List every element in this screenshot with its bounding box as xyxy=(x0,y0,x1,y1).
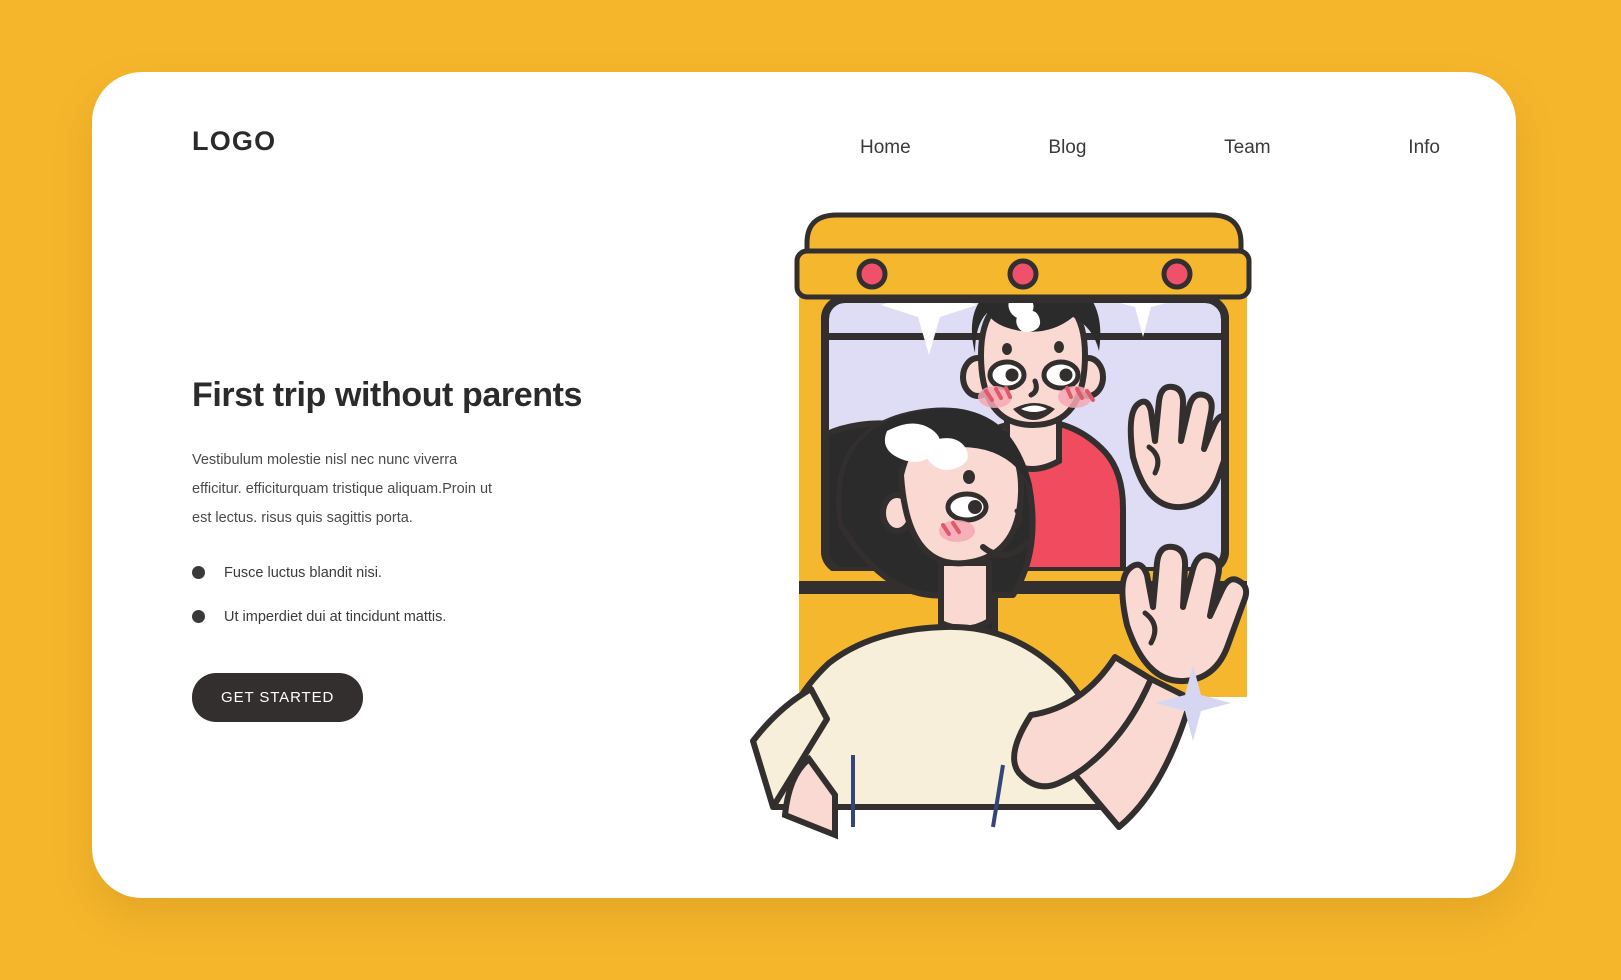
nav-item-home[interactable]: Home xyxy=(860,137,911,159)
boy-brow-dot xyxy=(1002,343,1012,355)
bullet-dot-icon xyxy=(192,566,205,580)
roof-light-icon xyxy=(856,258,888,290)
hero-section: First trip without parents Vestibulum mo… xyxy=(192,375,612,722)
list-item: Ut imperdiet dui at tincidunt mattis. xyxy=(192,609,612,625)
girl-brow-dot xyxy=(963,470,975,484)
page-root: LOGO Home Blog Team Info First trip with… xyxy=(0,0,1621,980)
list-item: Fusce luctus blandit nisi. xyxy=(192,565,612,581)
boy-brow-dot xyxy=(1054,341,1064,353)
girl-pupil xyxy=(968,500,982,514)
list-item-label: Ut imperdiet dui at tincidunt mattis. xyxy=(224,608,447,625)
logo[interactable]: LOGO xyxy=(192,126,276,157)
nav-item-blog[interactable]: Blog xyxy=(1048,137,1086,159)
page-title: First trip without parents xyxy=(192,376,583,414)
boy-pupil xyxy=(1059,368,1073,382)
roof-light-icon xyxy=(1007,258,1039,290)
get-started-button[interactable]: GET STARTED xyxy=(192,672,364,722)
nav-item-info[interactable]: Info xyxy=(1408,137,1440,159)
hero-illustration xyxy=(745,195,1285,855)
nav-item-team[interactable]: Team xyxy=(1224,137,1270,159)
feature-list: Fusce luctus blandit nisi. Ut imperdiet … xyxy=(192,565,612,625)
roof-light-icon xyxy=(1161,258,1193,290)
boy-pupil xyxy=(1005,368,1019,382)
hero-paragraph: Vestibulum molestie nisl nec nunc viverr… xyxy=(192,451,493,526)
girl-neck xyxy=(938,560,992,632)
bus-roof-top xyxy=(804,212,1244,256)
main-navigation: Home Blog Team Info xyxy=(860,130,1440,166)
bullet-dot-icon xyxy=(192,610,205,624)
list-item-label: Fusce luctus blandit nisi. xyxy=(224,564,382,581)
